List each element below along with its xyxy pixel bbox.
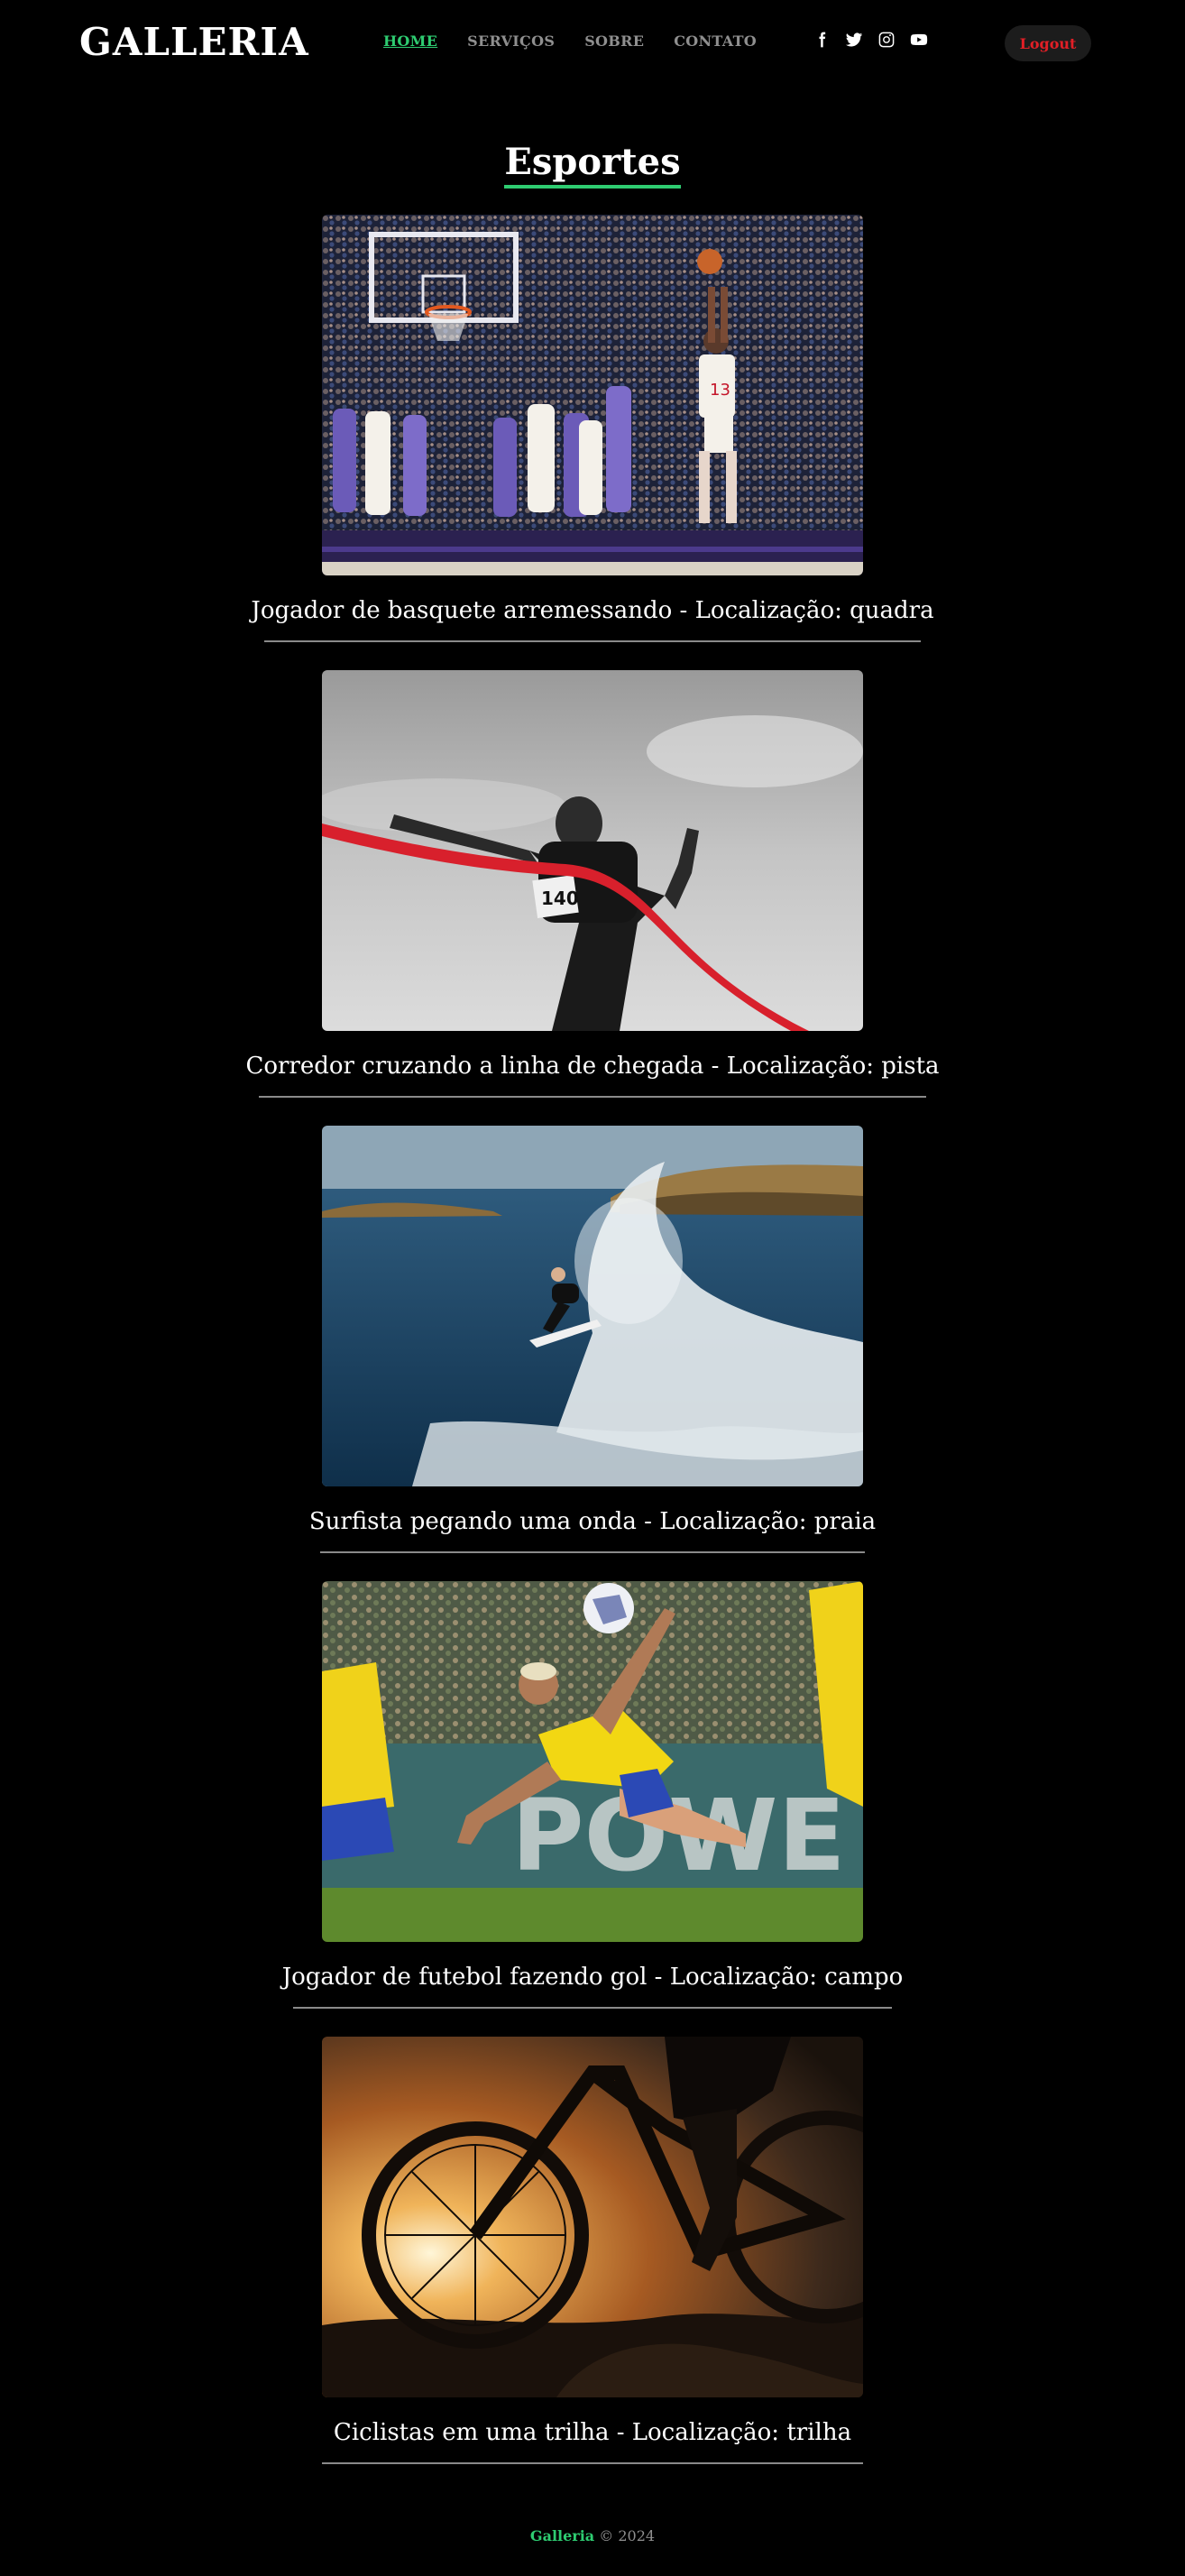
footer-brand: Galleria: [529, 2527, 595, 2544]
caption-divider: [322, 2462, 863, 2464]
svg-text:13: 13: [710, 381, 730, 400]
twitter-icon[interactable]: [844, 30, 864, 50]
caption-divider: [259, 1096, 926, 1098]
football-photo[interactable]: POWE: [322, 1581, 863, 1942]
section-title: Esportes: [0, 141, 1185, 189]
instagram-icon[interactable]: [877, 30, 896, 50]
runner-photo[interactable]: 140: [322, 670, 863, 1031]
site-footer: Galleria © 2024: [0, 2527, 1185, 2544]
social-links: [812, 30, 929, 50]
basketball-photo[interactable]: 13: [322, 215, 863, 575]
section-title-text: Esportes: [504, 141, 681, 189]
facebook-icon[interactable]: [812, 30, 831, 50]
caption-divider: [264, 640, 921, 642]
site-logo[interactable]: GALLERIA: [79, 20, 309, 64]
youtube-icon[interactable]: [909, 30, 929, 50]
photo-caption: Jogador de basquete arremessando - Local…: [251, 597, 934, 624]
nav-link-home[interactable]: HOME: [383, 32, 437, 50]
photo-caption: Corredor cruzando a linha de chegada - L…: [245, 1053, 940, 1080]
nav-link-servicos[interactable]: SERVIÇOS: [467, 32, 555, 50]
gallery-item: 140 Corredor cruzando a linha de chegada…: [0, 670, 1185, 1126]
photo-caption: Surfista pegando uma onda - Localização:…: [308, 1508, 877, 1535]
surfer-photo[interactable]: [322, 1126, 863, 1486]
caption-divider: [293, 2007, 892, 2009]
logout-button[interactable]: Logout: [1005, 25, 1091, 61]
gallery-item: 13 Jogador de basquete arremessando - Lo…: [0, 215, 1185, 670]
gallery-item: POWE Jogador de futebol fazendo gol - Lo…: [0, 1581, 1185, 2037]
nav-link-contato[interactable]: CONTATO: [674, 32, 757, 50]
gallery-item: Ciclistas em uma trilha - Localização: t…: [0, 2037, 1185, 2492]
gallery-item: Surfista pegando uma onda - Localização:…: [0, 1126, 1185, 1581]
svg-text:140: 140: [541, 888, 579, 909]
main-nav: HOME SERVIÇOS SOBRE CONTATO: [383, 32, 757, 50]
svg-text:POWE: POWE: [511, 1778, 846, 1893]
photo-caption: Jogador de futebol fazendo gol - Localiz…: [281, 1964, 904, 1991]
cyclist-photo[interactable]: [322, 2037, 863, 2397]
site-header: GALLERIA HOME SERVIÇOS SOBRE CONTATO Log…: [0, 0, 1185, 87]
footer-copyright: © 2024: [599, 2527, 656, 2544]
nav-link-sobre[interactable]: SOBRE: [584, 32, 644, 50]
caption-divider: [320, 1551, 865, 1553]
photo-caption: Ciclistas em uma trilha - Localização: t…: [333, 2419, 852, 2446]
